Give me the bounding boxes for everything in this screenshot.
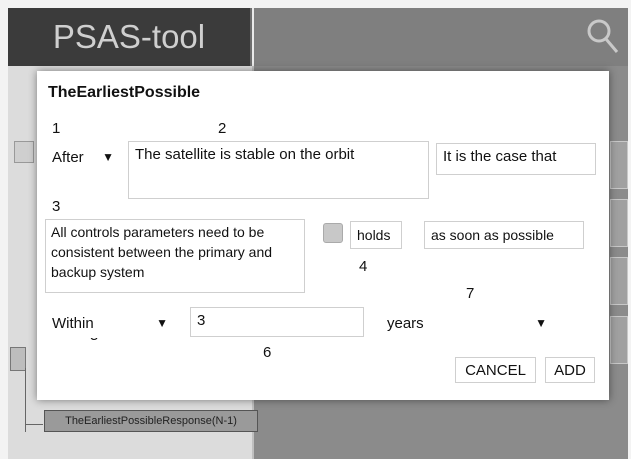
- side-tab[interactable]: [610, 316, 628, 364]
- after-select-value: After: [52, 148, 84, 166]
- tree-item-box[interactable]: [14, 141, 34, 163]
- holds-box[interactable]: holds: [350, 221, 402, 249]
- asap-box[interactable]: as soon as possible: [424, 221, 584, 249]
- within-select[interactable]: Within ▼: [45, 308, 175, 338]
- unit-select-value: years: [387, 314, 424, 332]
- side-tab[interactable]: [610, 199, 628, 247]
- tree-connector: [25, 368, 26, 432]
- side-tab[interactable]: [610, 257, 628, 305]
- dropdown-arrow-icon: ▼: [156, 316, 168, 330]
- after-select[interactable]: After ▼: [45, 143, 121, 171]
- cancel-button[interactable]: CANCEL: [455, 357, 536, 383]
- parameters-input[interactable]: All controls parameters need to be consi…: [45, 219, 305, 293]
- tree-item-box[interactable]: [10, 347, 26, 371]
- side-tab[interactable]: [610, 141, 628, 189]
- dialog-title: TheEarliestPossible: [48, 84, 201, 101]
- dropdown-arrow-icon: ▼: [535, 316, 547, 330]
- search-icon[interactable]: [586, 16, 620, 56]
- app-title: PSAS-tool: [8, 8, 252, 66]
- field-number-1: 1: [52, 120, 61, 137]
- unit-select[interactable]: years ▼: [380, 308, 554, 338]
- pattern-dialog: TheEarliestPossible 1 2 3 4 5 6 7 After …: [37, 71, 609, 400]
- top-bar: [254, 8, 628, 66]
- holds-checkbox[interactable]: [323, 223, 343, 243]
- amount-input[interactable]: 3: [190, 307, 364, 337]
- field-number-7: 7: [466, 285, 475, 302]
- field-number-6: 6: [263, 344, 272, 361]
- field-number-4: 4: [359, 258, 368, 275]
- tree-connector: [25, 424, 43, 425]
- case-label-box[interactable]: It is the case that: [436, 143, 596, 175]
- field-number-3: 3: [52, 198, 61, 215]
- field-number-2: 2: [218, 120, 227, 137]
- condition-input[interactable]: The satellite is stable on the orbit: [128, 141, 429, 199]
- within-select-value: Within: [52, 314, 94, 332]
- tree-node-earliest-possible-response[interactable]: TheEarliestPossibleResponse(N-1): [44, 410, 258, 432]
- dropdown-arrow-icon: ▼: [102, 150, 114, 164]
- add-button[interactable]: ADD: [545, 357, 595, 383]
